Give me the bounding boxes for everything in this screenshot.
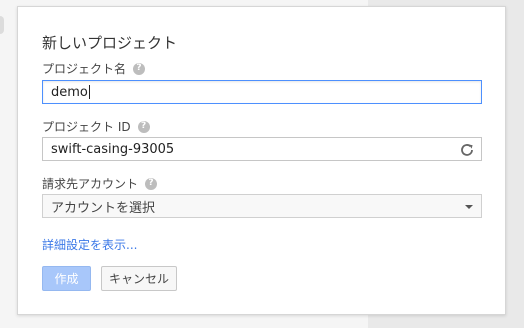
triangle-down-icon <box>465 205 473 209</box>
dialog-title: 新しいプロジェクト <box>42 34 178 52</box>
project-id-label: プロジェクト ID ? <box>42 118 150 135</box>
cancel-button[interactable]: キャンセル <box>101 266 177 291</box>
billing-account-label: 請求先アカウント ? <box>42 175 158 192</box>
refresh-icon[interactable] <box>459 142 475 158</box>
project-id-value: swift-casing-93005 <box>51 141 175 157</box>
billing-account-selected: アカウントを選択 <box>51 200 156 216</box>
project-name-help-icon[interactable]: ? <box>133 62 146 75</box>
project-id-input[interactable]: swift-casing-93005 <box>42 137 482 161</box>
show-advanced-settings-link[interactable]: 詳細設定を表示... <box>42 236 137 253</box>
project-id-help-icon[interactable]: ? <box>137 120 150 133</box>
project-name-label: プロジェクト名 ? <box>42 60 146 77</box>
billing-account-select[interactable]: アカウントを選択 <box>42 194 482 218</box>
billing-account-label-text: 請求先アカウント <box>42 177 139 191</box>
billing-account-help-icon[interactable]: ? <box>145 177 158 190</box>
background-edge <box>0 16 4 34</box>
project-name-value: demo <box>51 84 88 100</box>
new-project-dialog: 新しいプロジェクト プロジェクト名 ? demo プロジェクト ID ? swi… <box>17 6 506 315</box>
project-id-label-text: プロジェクト ID <box>42 120 131 134</box>
create-button[interactable]: 作成 <box>42 266 91 291</box>
project-name-input[interactable]: demo <box>42 80 482 104</box>
text-caret <box>88 85 90 99</box>
project-name-label-text: プロジェクト名 <box>42 62 127 76</box>
